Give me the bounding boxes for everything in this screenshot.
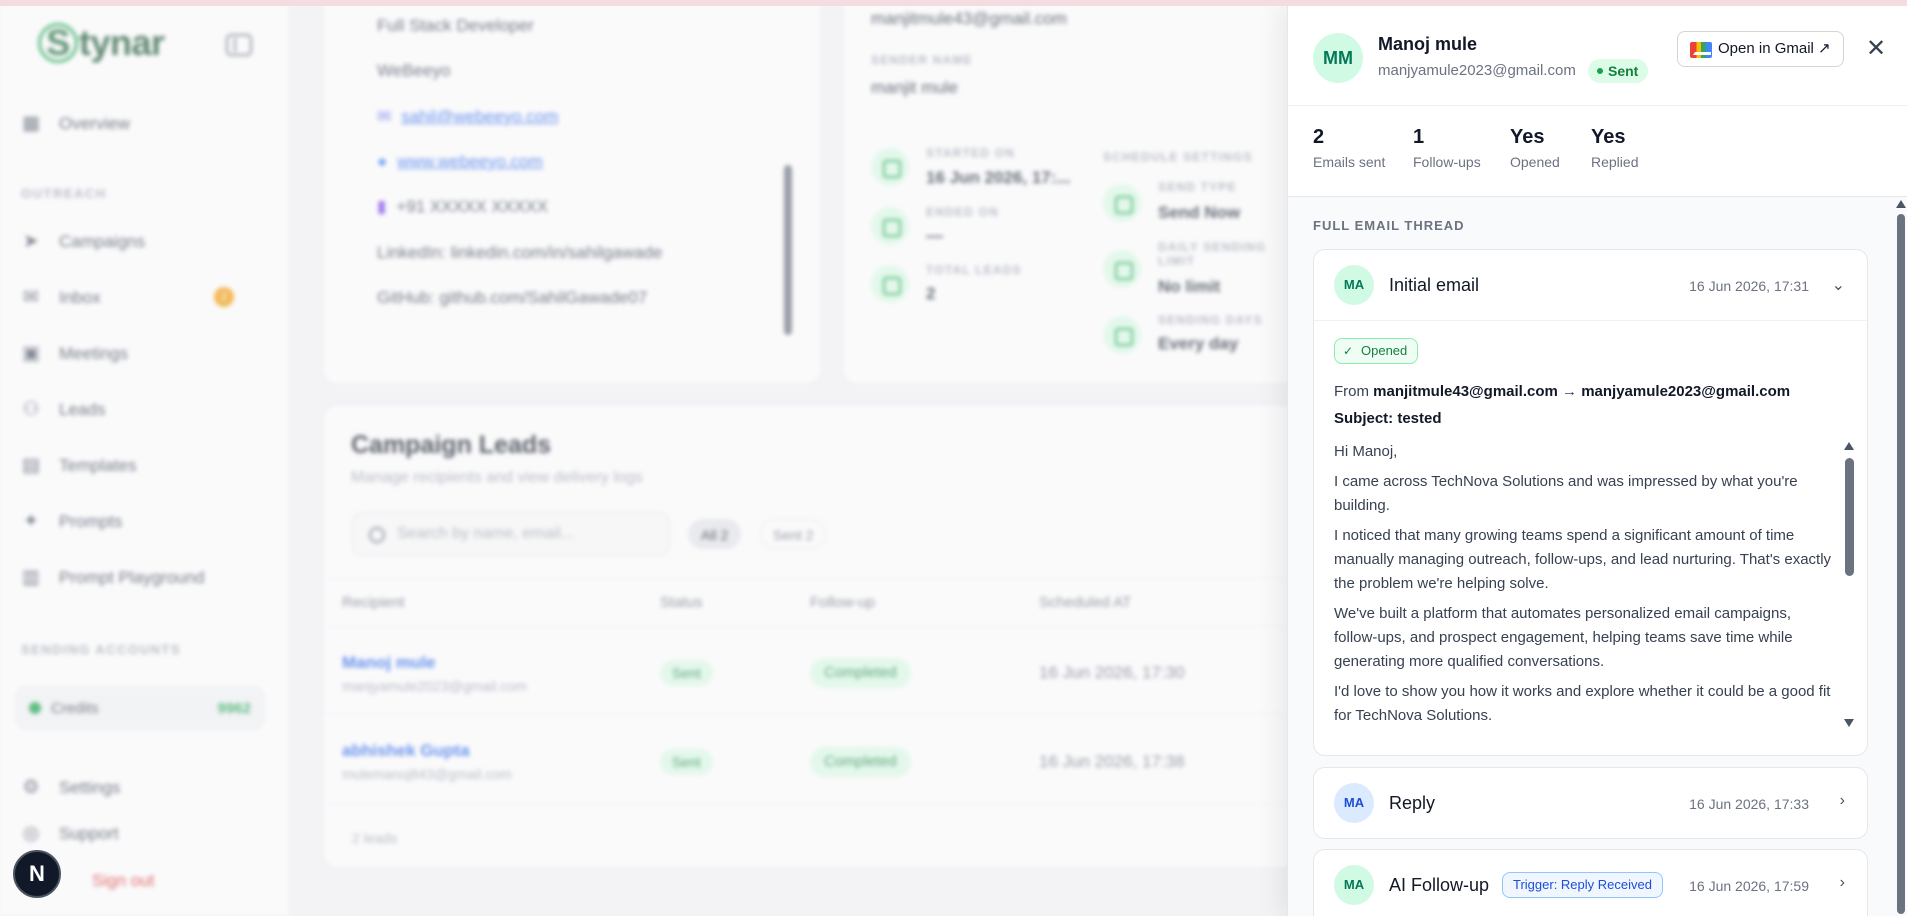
user-badge[interactable]: N [13,850,61,898]
body-paragraph: I noticed that many growing teams spend … [1334,527,1832,592]
body-paragraph: I'd love to show you how it works and ex… [1334,683,1831,724]
chevron-right-icon[interactable]: › [1840,792,1845,810]
thread-item-reply[interactable]: MA Reply 16 Jun 2026, 17:33 › [1313,767,1868,839]
scroll-up-arrow-icon[interactable] [1844,442,1854,450]
email-body: Hi Manoj, I came across TechNova Solutio… [1334,440,1834,730]
body-paragraph: I came across TechNova Solutions and was… [1334,473,1798,514]
thread-item-ai-follow-up[interactable]: MA AI Follow-up Trigger: Reply Received … [1313,849,1868,916]
scrollbar-thumb[interactable] [1845,458,1854,576]
thread-item-time: 16 Jun 2026, 17:31 [1689,278,1809,294]
stat-emails-sent: 2 Emails sent [1313,126,1386,170]
thread-item-time: 16 Jun 2026, 17:33 [1689,796,1809,812]
thread-item-title: AI Follow-up [1389,875,1490,895]
scroll-down-arrow-icon[interactable] [1844,719,1854,727]
stat-follow-ups: 1 Follow-ups [1413,126,1481,170]
open-in-gmail-button[interactable]: Open in Gmail ↗ [1677,31,1844,67]
email-body-scrollbar[interactable] [1844,442,1854,727]
modal-backdrop[interactable] [0,0,1287,916]
scrollbar-thumb[interactable] [1897,214,1905,914]
avatar: MA [1334,783,1374,823]
body-paragraph: We've built a platform that automates pe… [1334,605,1793,670]
avatar: MM [1313,33,1363,83]
status-badge: Sent [1588,59,1649,83]
thread-label: FULL EMAIL THREAD [1313,218,1465,233]
stat-opened: Yes Opened [1510,126,1560,170]
thread-item-title: Initial email [1389,275,1480,295]
top-accent-line [0,0,1907,6]
drawer-scrollbar[interactable] [1895,200,1907,916]
trigger-badge: Trigger: Reply Received [1502,872,1663,898]
subject-line: Subject: tested [1334,410,1442,427]
from-line: From manjitmule43@gmail.com → manjyamule… [1334,383,1791,400]
divider [1314,320,1867,321]
body-paragraph: Hi Manoj, [1334,443,1398,460]
thread-item-title: Reply [1389,793,1436,813]
lead-name: Manoj mule [1378,34,1478,54]
scroll-up-arrow-icon[interactable] [1896,200,1906,208]
thread-item-time: 16 Jun 2026, 17:59 [1689,878,1809,894]
gmail-icon [1690,42,1712,58]
opened-badge: Opened [1334,338,1419,364]
avatar: MA [1334,265,1374,305]
lead-detail-drawer: MM Manoj mule manjyamule2023@gmail.com S… [1287,6,1907,916]
stat-replied: Yes Replied [1591,126,1639,170]
chevron-down-icon[interactable]: ⌄ [1832,275,1845,295]
chevron-right-icon[interactable]: › [1840,874,1845,892]
avatar: MA [1334,865,1374,905]
lead-email: manjyamule2023@gmail.com [1378,62,1576,79]
drawer-header: MM Manoj mule manjyamule2023@gmail.com S… [1288,6,1907,106]
close-icon[interactable]: ✕ [1863,36,1889,62]
thread-item-header[interactable]: MA Initial email 16 Jun 2026, 17:31 ⌄ [1314,250,1867,320]
thread-item-initial-email: MA Initial email 16 Jun 2026, 17:31 ⌄ Op… [1313,249,1868,756]
